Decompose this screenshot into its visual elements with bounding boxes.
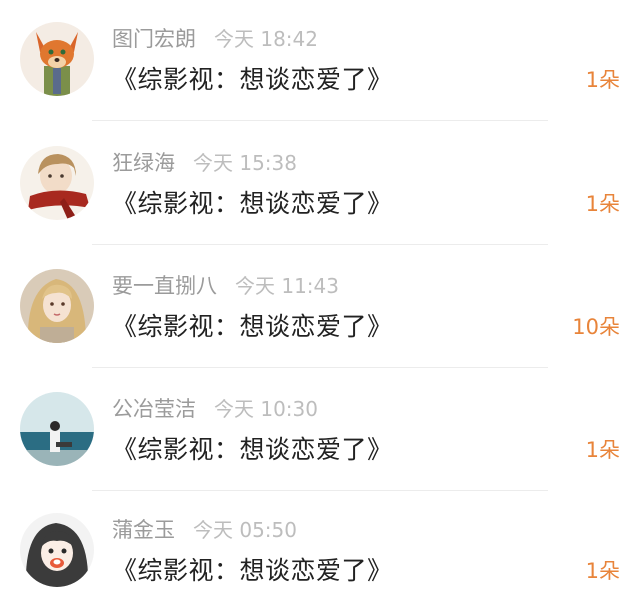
book-title[interactable]: 《综影视：想谈恋爱了》 (112, 186, 393, 222)
book-title[interactable]: 《综影视：想谈恋爱了》 (112, 62, 393, 98)
gift-count: 1朵 (585, 438, 620, 462)
book-title[interactable]: 《综影视：想谈恋爱了》 (112, 432, 393, 468)
timestamp: 今天 05:50 (193, 518, 297, 542)
timestamp: 今天 11:43 (235, 274, 339, 298)
anime-girl-avatar-icon[interactable] (20, 513, 94, 587)
book-title[interactable]: 《综影视：想谈恋爱了》 (112, 309, 393, 345)
record-meta: 公冶莹洁 今天 10:30 (112, 392, 318, 426)
seaside-avatar-icon[interactable] (20, 392, 94, 466)
user-name[interactable]: 要一直捌八 (112, 274, 217, 298)
divider (92, 367, 548, 368)
record-meta: 图门宏朗 今天 18:42 (112, 22, 318, 56)
list-item[interactable]: 要一直捌八 今天 11:43 《综影视：想谈恋爱了》 10朵 (0, 247, 640, 368)
timestamp: 今天 18:42 (214, 27, 318, 51)
divider (92, 120, 548, 121)
record-meta: 蒲金玉 今天 05:50 (112, 513, 297, 547)
scarf-boy-avatar-icon[interactable] (20, 146, 94, 220)
list-item[interactable]: 蒲金玉 今天 05:50 《综影视：想谈恋爱了》 1朵 (0, 491, 640, 612)
blonde-girl-avatar-icon[interactable] (20, 269, 94, 343)
list-item[interactable]: 图门宏朗 今天 18:42 《综影视：想谈恋爱了》 1朵 (0, 0, 640, 121)
list-item[interactable]: 狂绿海 今天 15:38 《综影视：想谈恋爱了》 1朵 (0, 124, 640, 245)
gift-record-list: 图门宏朗 今天 18:42 《综影视：想谈恋爱了》 1朵 狂绿海 今天 15:38 … (0, 0, 640, 616)
divider (92, 244, 548, 245)
gift-count: 1朵 (585, 192, 620, 216)
gift-count: 1朵 (585, 68, 620, 92)
user-name[interactable]: 狂绿海 (112, 151, 175, 175)
user-name[interactable]: 蒲金玉 (112, 518, 175, 542)
timestamp: 今天 15:38 (193, 151, 297, 175)
book-title[interactable]: 《综影视：想谈恋爱了》 (112, 553, 393, 589)
fox-avatar-icon[interactable] (20, 22, 94, 96)
user-name[interactable]: 公冶莹洁 (112, 397, 196, 421)
user-name[interactable]: 图门宏朗 (112, 27, 196, 51)
list-item[interactable]: 公冶莹洁 今天 10:30 《综影视：想谈恋爱了》 1朵 (0, 370, 640, 491)
record-meta: 要一直捌八 今天 11:43 (112, 269, 339, 303)
gift-count: 10朵 (572, 315, 620, 339)
timestamp: 今天 10:30 (214, 397, 318, 421)
gift-count: 1朵 (585, 559, 620, 583)
record-meta: 狂绿海 今天 15:38 (112, 146, 297, 180)
